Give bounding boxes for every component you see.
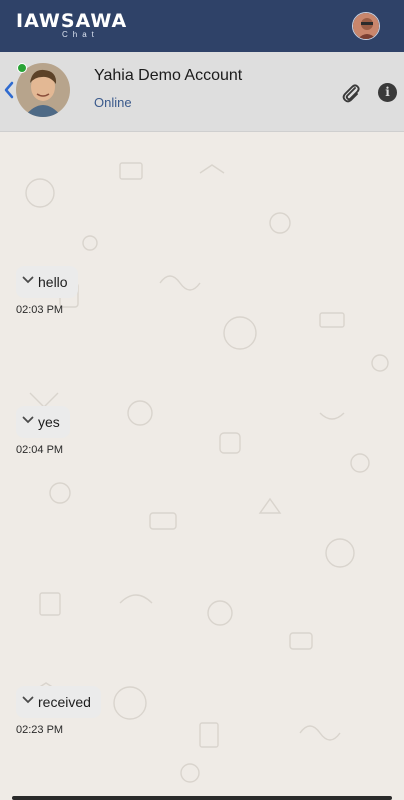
online-status-dot	[17, 63, 27, 73]
back-button[interactable]	[3, 80, 15, 100]
message-bubble[interactable]: received	[16, 686, 101, 718]
chat-header: Yahia Demo Account Online i	[0, 52, 404, 132]
user-avatar[interactable]	[352, 12, 380, 40]
message-text: yes	[38, 414, 60, 430]
home-indicator	[0, 794, 404, 800]
contact-name: Yahia Demo Account	[94, 67, 243, 84]
message-list[interactable]: Hi01:42 PMSend01:49 PMhello02:03 PMThere…	[0, 133, 404, 794]
message-text: received	[38, 694, 91, 710]
message-time: 02:03 PM	[16, 304, 64, 316]
chevron-down-icon[interactable]	[22, 276, 34, 284]
message-text: hello	[38, 274, 68, 290]
contact-status: Online	[94, 95, 132, 110]
message-time: 02:04 PM	[16, 444, 64, 456]
chevron-down-icon[interactable]	[22, 416, 34, 424]
info-icon: i	[385, 85, 390, 99]
app-logo[interactable]: IAWSAWA Chat	[16, 11, 127, 39]
logo-text: IAWSAWA	[16, 10, 128, 32]
info-button[interactable]: i	[378, 83, 397, 102]
paperclip-icon	[342, 84, 360, 103]
chevron-down-icon[interactable]	[22, 696, 34, 704]
message-time: 02:23 PM	[16, 724, 64, 736]
attach-button[interactable]	[341, 82, 361, 104]
logo-subtitle: Chat	[62, 30, 99, 39]
top-bar: IAWSAWA Chat	[0, 0, 404, 52]
message-bubble[interactable]: yes	[16, 406, 70, 438]
chevron-left-icon	[4, 81, 14, 99]
message-bubble[interactable]: hello	[16, 266, 78, 298]
